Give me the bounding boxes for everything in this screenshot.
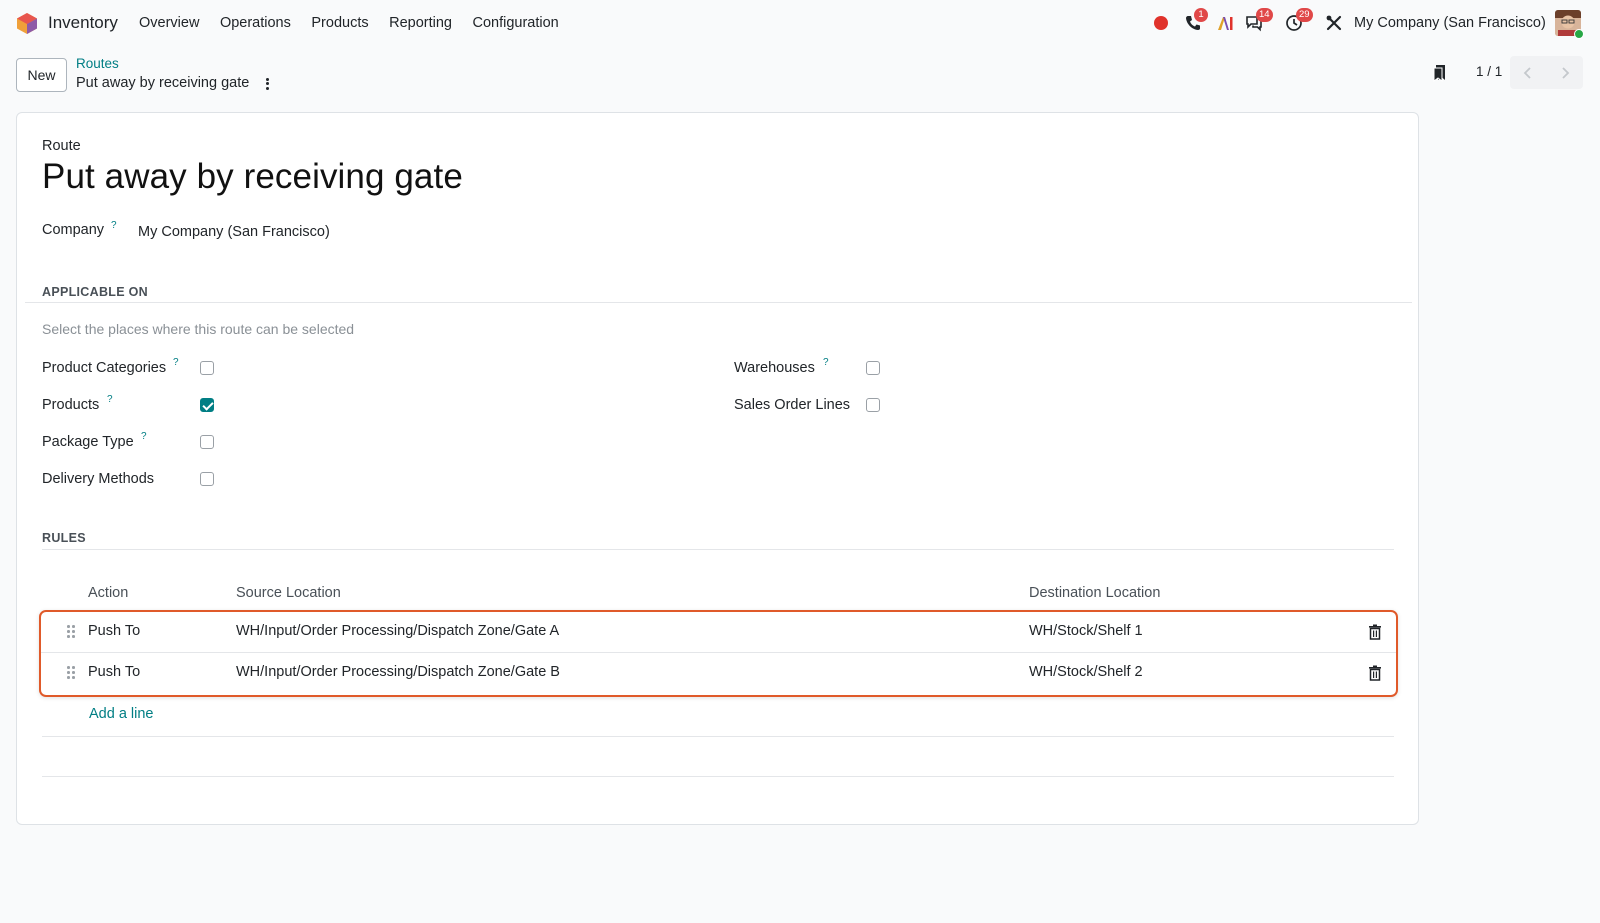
route-name-field[interactable]: Put away by receiving gate [42,157,463,197]
column-header-action[interactable]: Action [88,585,128,601]
package-type-checkbox[interactable] [200,435,214,449]
user-status-dot [1574,29,1584,39]
bookmark-icon[interactable] [1432,64,1448,82]
breadcrumb-current: Put away by receiving gate [76,75,250,91]
delivery-methods-checkbox[interactable] [200,472,214,486]
messages-badge: 14 [1256,8,1273,22]
warehouses-checkbox[interactable] [866,361,880,375]
table-row[interactable]: Push To WH/Input/Order Processing/Dispat… [41,612,1396,652]
rule-destination-cell[interactable]: WH/Stock/Shelf 1 [1029,623,1143,639]
menu-configuration[interactable]: Configuration [472,15,558,31]
sales-order-lines-checkbox[interactable] [866,398,880,412]
rule-destination-cell[interactable]: WH/Stock/Shelf 2 [1029,664,1143,680]
company-switcher[interactable]: My Company (San Francisco) [1354,15,1546,31]
trash-icon[interactable] [1368,624,1382,640]
pager-previous-button[interactable] [1510,56,1547,89]
section-divider [25,302,1412,303]
record-type-label: Route [42,138,81,154]
trash-icon[interactable] [1368,665,1382,681]
pager-buttons [1510,56,1583,89]
company-field[interactable]: My Company (San Francisco) [138,224,330,240]
pager-next-button[interactable] [1547,56,1584,89]
warehouses-label: Warehouses [734,360,815,376]
rule-action-cell[interactable]: Push To [88,623,140,639]
menu-reporting[interactable]: Reporting [389,15,452,31]
debug-tools-icon[interactable] [1325,14,1343,32]
products-checkbox[interactable] [200,398,214,412]
drag-handle-icon[interactable] [67,666,77,680]
rules-table-highlight: Push To WH/Input/Order Processing/Dispat… [39,610,1398,697]
menu-operations[interactable]: Operations [220,15,291,31]
products-help-icon[interactable]: ? [107,394,113,405]
calls-badge: 1 [1194,8,1208,22]
chevron-left-icon [1523,66,1531,79]
product-categories-label: Product Categories [42,360,167,376]
app-name[interactable]: Inventory [48,13,118,33]
sales-order-lines-label: Sales Order Lines [734,397,851,413]
breadcrumb-routes[interactable]: Routes [76,56,119,71]
rules-section-title: RULES [42,531,86,545]
pager-value[interactable]: 1 / 1 [1476,64,1502,79]
warehouses-help-icon[interactable]: ? [823,357,829,368]
rule-source-cell[interactable]: WH/Input/Order Processing/Dispatch Zone/… [236,623,559,639]
ai-icon[interactable] [1216,14,1234,32]
rule-action-cell[interactable]: Push To [88,664,140,680]
rule-source-cell[interactable]: WH/Input/Order Processing/Dispatch Zone/… [236,664,560,680]
product-categories-checkbox[interactable] [200,361,214,375]
drag-handle-icon[interactable] [67,625,77,639]
applicable-on-hint: Select the places where this route can b… [42,321,355,337]
column-header-destination-location[interactable]: Destination Location [1029,585,1160,601]
package-type-label: Package Type [42,434,134,450]
package-type-help-icon[interactable]: ? [141,431,147,442]
new-button[interactable]: New [16,58,67,92]
table-row[interactable]: Push To WH/Input/Order Processing/Dispat… [41,652,1396,692]
actions-menu-icon[interactable] [262,76,272,92]
inventory-app-icon[interactable] [17,13,37,34]
product-categories-help-icon[interactable]: ? [173,357,179,368]
applicable-on-section-title: APPLICABLE ON [42,285,148,299]
table-footer-divider [42,776,1394,777]
main-menu: Overview Operations Products Reporting C… [139,15,579,31]
company-label: Company [42,222,105,238]
company-help-icon[interactable]: ? [111,220,117,231]
table-divider [42,736,1394,737]
chevron-right-icon [1562,66,1570,79]
rules-divider [42,549,1394,550]
add-a-line-link[interactable]: Add a line [89,706,154,722]
record-icon[interactable] [1154,16,1168,30]
top-navbar: Inventory Overview Operations Products R… [0,0,1600,47]
menu-products[interactable]: Products [311,15,368,31]
column-header-source-location[interactable]: Source Location [236,585,341,601]
form-sheet [16,112,1419,825]
menu-overview[interactable]: Overview [139,15,199,31]
activities-badge: 29 [1296,8,1313,22]
delivery-methods-label: Delivery Methods [42,471,155,487]
products-label: Products [42,397,100,413]
